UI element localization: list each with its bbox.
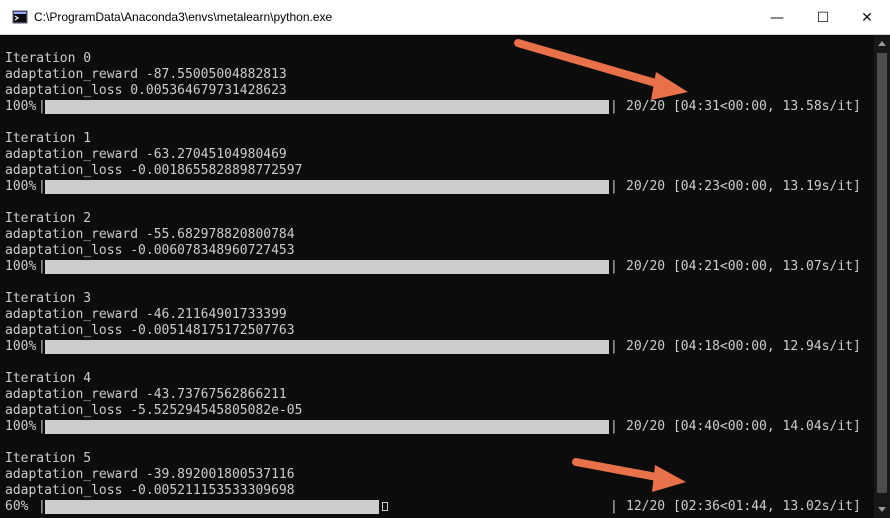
progress-stats: 20/20 [04:23<00:00, 13.19s/it] [626, 179, 861, 194]
progress-percent: 100% [5, 259, 37, 274]
progress-percent: 100% [5, 99, 37, 114]
progress-bar-fill [45, 500, 379, 514]
progress-percent: 60% [5, 499, 29, 514]
progress-bar [45, 499, 609, 515]
adaptation-reward-line: adaptation_reward -63.27045104980469 [5, 147, 287, 162]
adaptation-loss-line: adaptation_loss 0.005364679731428623 [5, 83, 287, 98]
adaptation-reward-line: adaptation_reward -43.73767562866211 [5, 387, 287, 402]
progress-bar-fill [45, 180, 609, 194]
adaptation-reward-line: adaptation_reward -87.55005004882813 [5, 67, 287, 82]
iteration-header: Iteration 2 [5, 211, 92, 226]
iteration-header: Iteration 3 [5, 291, 92, 306]
progress-bar-right-edge: | [610, 99, 618, 114]
progress-bar [45, 339, 609, 355]
progress-stats: 20/20 [04:40<00:00, 14.04s/it] [626, 419, 861, 434]
adaptation-loss-line: adaptation_loss -0.006078348960727453 [5, 243, 295, 258]
adaptation-loss-line: adaptation_loss -0.005148175172507763 [5, 323, 295, 338]
iteration-header: Iteration 4 [5, 371, 92, 386]
progress-percent: 100% [5, 419, 37, 434]
console-output[interactable]: Iteration 0 adaptation_reward -87.5500500… [0, 35, 874, 518]
progress-bar-fill [45, 340, 609, 354]
adaptation-loss-line: adaptation_loss -0.0018655828898772597 [5, 163, 303, 178]
vertical-scrollbar[interactable] [874, 35, 890, 518]
scroll-down-icon[interactable] [878, 507, 886, 512]
progress-bar-right-edge: | [610, 419, 618, 434]
progress-percent: 100% [5, 339, 37, 354]
iteration-header: Iteration 5 [5, 451, 92, 466]
window-title: C:\ProgramData\Anaconda3\envs\metalearn\… [34, 10, 333, 24]
progress-stats: 20/20 [04:31<00:00, 13.58s/it] [626, 99, 861, 114]
console-app-icon [12, 10, 28, 24]
scroll-up-icon[interactable] [878, 41, 886, 46]
progress-bar-right-edge: | [610, 499, 618, 514]
iteration-header: Iteration 1 [5, 131, 92, 146]
partial-block-icon [382, 502, 388, 511]
progress-bar-fill [45, 100, 609, 114]
progress-bar-fill [45, 420, 609, 434]
adaptation-reward-line: adaptation_reward -46.21164901733399 [5, 307, 287, 322]
progress-bar [45, 179, 609, 195]
close-icon: ✕ [861, 9, 873, 26]
minimize-icon: — [770, 9, 784, 26]
progress-bar-right-edge: | [610, 259, 618, 274]
minimize-button[interactable]: — [754, 0, 800, 35]
progress-stats: 12/20 [02:36<01:44, 13.02s/it] [626, 499, 861, 514]
iteration-header: Iteration 0 [5, 51, 92, 66]
progress-stats: 20/20 [04:18<00:00, 12.94s/it] [626, 339, 861, 354]
adaptation-loss-line: adaptation_loss -5.525294545805082e-05 [5, 403, 303, 418]
progress-bar-fill [45, 260, 609, 274]
scroll-thumb[interactable] [877, 53, 887, 493]
title-bar[interactable]: C:\ProgramData\Anaconda3\envs\metalearn\… [0, 0, 890, 35]
adaptation-loss-line: adaptation_loss -0.005211153533309698 [5, 483, 295, 498]
adaptation-reward-line: adaptation_reward -55.682978820800784 [5, 227, 295, 242]
progress-bar-right-edge: | [610, 339, 618, 354]
maximize-button[interactable]: ☐ [800, 0, 846, 35]
progress-stats: 20/20 [04:21<00:00, 13.07s/it] [626, 259, 861, 274]
progress-percent: 100% [5, 179, 37, 194]
close-button[interactable]: ✕ [844, 0, 890, 35]
progress-bar [45, 259, 609, 275]
adaptation-reward-line: adaptation_reward -39.892001800537116 [5, 467, 295, 482]
progress-bar-right-edge: | [610, 179, 618, 194]
progress-bar [45, 99, 609, 115]
progress-bar [45, 419, 609, 435]
maximize-icon: ☐ [816, 9, 830, 26]
